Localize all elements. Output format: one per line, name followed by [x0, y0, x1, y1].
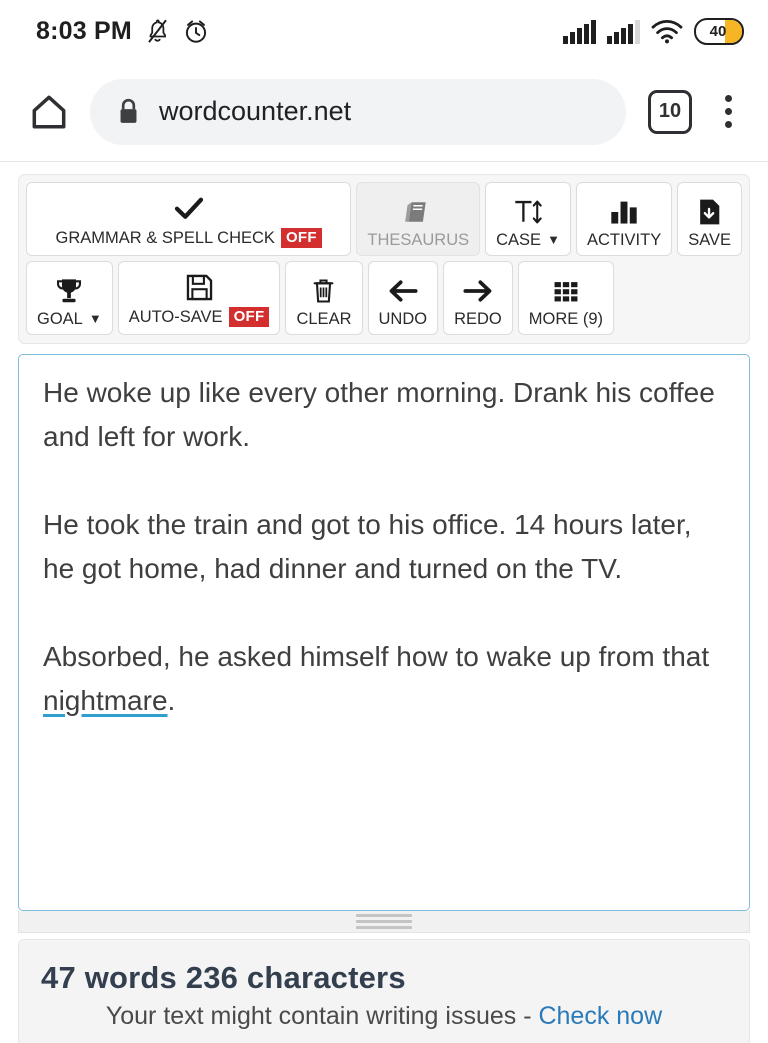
auto-save-button[interactable]: AUTO-SAVE OFF [117, 261, 281, 335]
toolbar-row-1: GRAMMAR & SPELL CHECK OFF THESAURUS CASE… [26, 182, 742, 256]
undo-label: UNDO [378, 309, 428, 328]
status-badge: OFF [280, 228, 322, 248]
grid-icon [552, 276, 580, 306]
signal-bars-icon [563, 19, 596, 44]
redo-label: REDO [454, 309, 502, 328]
save-label: SAVE [688, 230, 731, 249]
check-icon [174, 193, 204, 223]
word-count-panel: 47 words 236 characters Your text might … [18, 939, 750, 1043]
activity-button[interactable]: ACTIVITY [575, 182, 673, 256]
clear-button[interactable]: CLEAR [285, 261, 363, 335]
bell-muted-icon [145, 18, 170, 45]
toolbar-row-2: GOAL ▼ AUTO-SAVE OFF CLEAR UNDO REDO MOR… [26, 261, 742, 335]
editor-paragraph: He took the train and got to his office.… [43, 509, 692, 584]
arrow-right-icon [463, 276, 493, 306]
wifi-icon [651, 18, 683, 44]
grammar-spell-check-button[interactable]: GRAMMAR & SPELL CHECK OFF [26, 182, 352, 256]
chevron-down-icon: ▼ [88, 311, 102, 327]
redo-button[interactable]: REDO [443, 261, 513, 335]
book-icon [404, 197, 432, 227]
editor-paragraph: Absorbed, he asked himself how to wake u… [43, 641, 710, 716]
tab-counter-button[interactable]: 10 [648, 89, 692, 134]
text-editor[interactable]: He woke up like every other morning. Dra… [18, 354, 750, 911]
alarm-clock-icon [183, 18, 209, 45]
status-bar-left: 8:03 PM [36, 17, 209, 46]
lock-icon [116, 97, 141, 126]
status-bar-right: 40 [563, 17, 744, 45]
undo-button[interactable]: UNDO [367, 261, 439, 335]
battery-indicator: 40 [694, 17, 744, 45]
writing-issues-text: Your text might contain writing issues - [105, 1002, 539, 1030]
clock-time: 8:03 PM [36, 16, 132, 45]
trash-icon [311, 276, 336, 306]
kebab-menu-icon[interactable] [706, 87, 750, 137]
editor-resize-handle[interactable] [18, 911, 750, 933]
page-content: GRAMMAR & SPELL CHECK OFF THESAURUS CASE… [0, 162, 768, 1043]
tab-count-label: 10 [658, 100, 682, 122]
more-label: MORE (9) [528, 309, 604, 328]
goal-button[interactable]: GOAL ▼ [26, 261, 113, 335]
more-button[interactable]: MORE (9) [517, 261, 615, 335]
thesaurus-button[interactable]: THESAURUS [356, 182, 481, 256]
case-label: CASE ▼ [496, 230, 560, 249]
status-badge: OFF [228, 307, 270, 327]
arrow-left-icon [388, 276, 418, 306]
text-size-icon [513, 197, 543, 227]
spelling-error-word[interactable]: nightmare [43, 685, 168, 716]
editor-paragraph: He woke up like every other morning. Dra… [43, 377, 715, 452]
grammar-spell-check-label: GRAMMAR & SPELL CHECK OFF [56, 228, 322, 248]
floppy-disk-icon [186, 272, 213, 302]
chevron-down-icon: ▼ [547, 232, 560, 248]
check-now-link[interactable]: Check now [538, 1002, 662, 1030]
battery-level: 40 [709, 22, 727, 40]
activity-label: ACTIVITY [586, 230, 662, 249]
thesaurus-label: THESAURUS [367, 230, 470, 249]
grip-icon [356, 914, 412, 929]
browser-toolbar: wordcounter.net 10 [0, 62, 768, 162]
file-download-icon [696, 197, 723, 227]
auto-save-label: AUTO-SAVE OFF [129, 307, 270, 327]
url-text: wordcounter.net [159, 96, 352, 126]
word-character-count: 47 words 236 characters [41, 960, 406, 995]
case-button[interactable]: CASE ▼ [485, 182, 571, 256]
trophy-icon [55, 276, 83, 306]
save-button[interactable]: SAVE [677, 182, 742, 256]
signal-bars-secondary-icon [607, 19, 640, 44]
goal-label: GOAL ▼ [37, 309, 102, 328]
home-icon[interactable] [22, 85, 76, 139]
clear-label: CLEAR [296, 309, 352, 328]
writing-issues-message: Your text might contain writing issues -… [41, 1002, 727, 1031]
url-bar[interactable]: wordcounter.net [90, 78, 626, 145]
editor-toolbar: GRAMMAR & SPELL CHECK OFF THESAURUS CASE… [18, 174, 750, 344]
status-bar: 8:03 PM 40 [0, 0, 768, 62]
phone-screen: 8:03 PM 40 wordcounter.net 10 GRAMMAR & … [0, 0, 768, 1043]
bar-chart-icon [609, 197, 639, 227]
